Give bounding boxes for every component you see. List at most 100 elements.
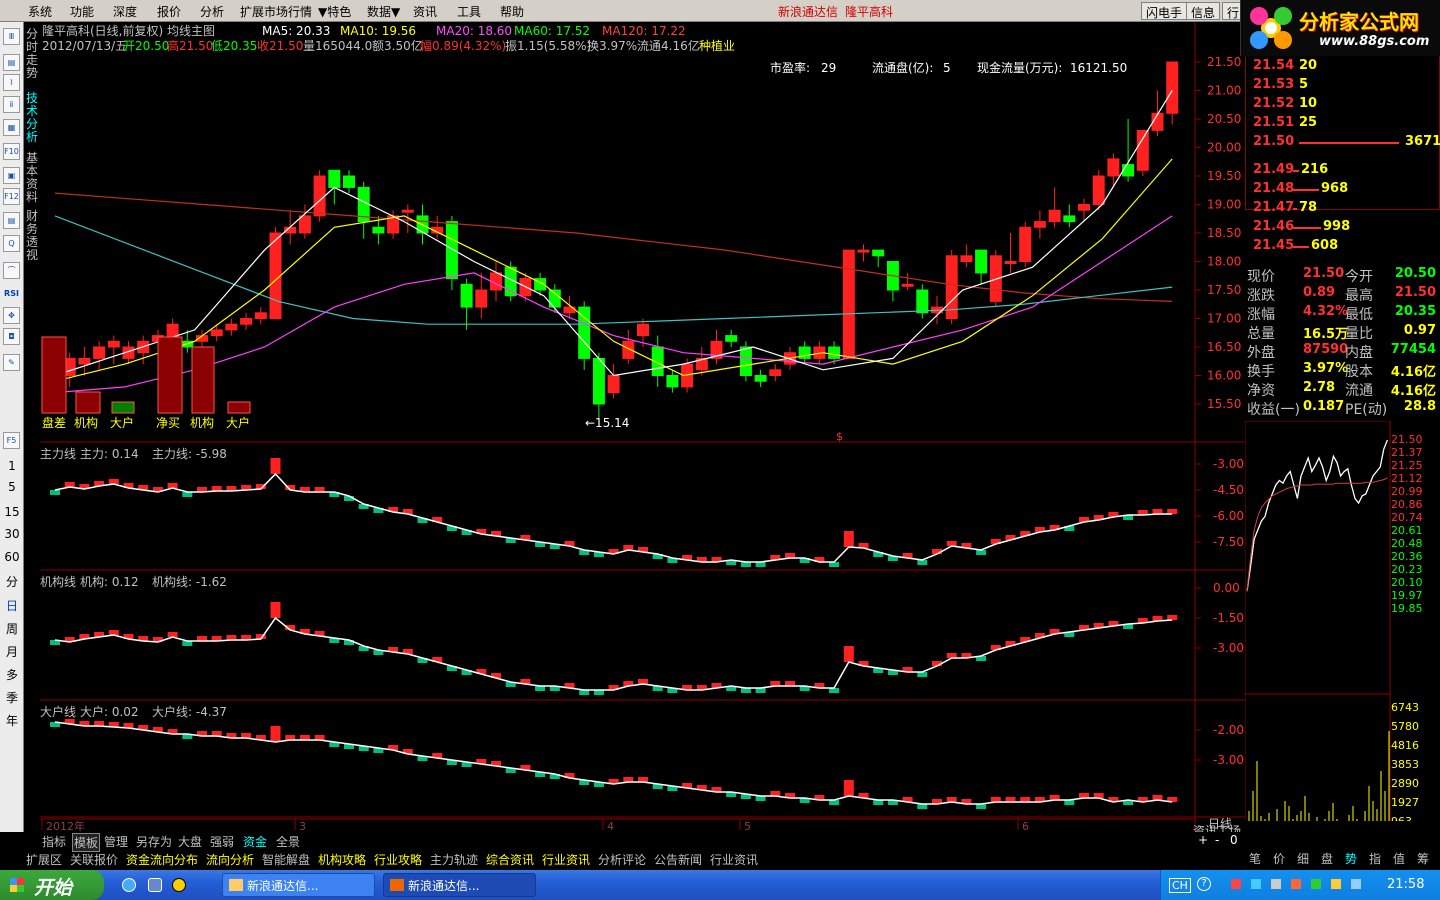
menu-system[interactable]: 系统 [28, 3, 52, 20]
bottom-link-7[interactable]: 主力轨迹 [430, 851, 478, 868]
candle-body[interactable] [975, 249, 988, 274]
input-method-icon[interactable]: CH [1169, 878, 1191, 893]
help-icon[interactable]: ? [1197, 877, 1211, 891]
tray-icon-2[interactable] [1251, 879, 1261, 889]
bottom-tab-4[interactable]: 大盘 [178, 833, 202, 850]
period-6[interactable]: 日 [4, 597, 20, 614]
candle-body[interactable] [872, 249, 885, 257]
bottom-link-8[interactable]: 综合资讯 [486, 851, 534, 868]
tray-icon-3[interactable] [1271, 879, 1281, 889]
period-9[interactable]: 多 [4, 666, 20, 683]
bottom-tab-3[interactable]: 另存为 [136, 833, 172, 850]
rp-tab-3[interactable]: 盘 [1321, 850, 1343, 867]
menu-tools[interactable]: 工具 [457, 3, 481, 20]
ie-icon[interactable] [122, 878, 136, 892]
candle-body[interactable] [93, 346, 106, 359]
bottom-link-11[interactable]: 公告新闻 [654, 851, 702, 868]
candle-body[interactable] [592, 357, 605, 405]
list-icon[interactable]: ▤ [3, 54, 20, 71]
candle-body[interactable] [960, 255, 973, 263]
candle-body[interactable] [343, 175, 355, 188]
candle-body[interactable] [254, 312, 267, 319]
kline-chart[interactable]: 隆平高科(日线,前复权) 均线主图 MA5: 20.33 MA10: 19.56 MA… [40, 22, 1245, 832]
split-icon[interactable]: Ⅲ [3, 28, 20, 45]
tray-icon-7[interactable] [1351, 879, 1361, 889]
tray-icon-6[interactable] [1331, 879, 1341, 889]
candle-body[interactable] [460, 283, 473, 308]
candle-body[interactable] [901, 283, 914, 287]
candle-body[interactable] [298, 215, 311, 234]
period-4[interactable]: 60 [4, 550, 20, 564]
candle-body[interactable] [445, 221, 458, 280]
line-chart-icon[interactable]: ⌇ [3, 74, 20, 91]
menu-analysis[interactable]: 分析 [200, 3, 224, 20]
bottom-tab-5[interactable]: 强弱 [210, 833, 234, 850]
candle-body[interactable] [637, 323, 649, 337]
bottom-link-3[interactable]: 流向分析 [206, 851, 254, 868]
candle-body[interactable] [828, 346, 841, 359]
query-icon[interactable]: Q [3, 235, 20, 252]
bottom-tab-1[interactable]: 模板 [72, 833, 101, 852]
menu-depth[interactable]: 深度 [113, 3, 137, 20]
taskbar-window-2[interactable]: 新浪通达信... [383, 873, 536, 897]
candle-body[interactable] [78, 357, 91, 365]
bottom-link-4[interactable]: 智能解盘 [262, 851, 310, 868]
menu-function[interactable]: 功能 [70, 3, 94, 20]
candle-body[interactable] [1107, 158, 1120, 177]
candle-body[interactable] [240, 318, 253, 325]
candle-body[interactable] [313, 175, 326, 217]
intraday-chart[interactable]: 21.5021.3721.2521.1220.9920.8620.7420.61… [1245, 421, 1440, 821]
layout-icon[interactable]: ◘ [3, 328, 20, 345]
candle-body[interactable] [1122, 164, 1135, 177]
bottom-link-6[interactable]: 行业攻略 [374, 851, 422, 868]
bottom-link-10[interactable]: 分析评论 [598, 851, 646, 868]
candle-body[interactable] [401, 209, 414, 213]
menu-special[interactable]: ▼特色 [318, 3, 351, 20]
candle-body[interactable] [1019, 226, 1032, 263]
candle-body[interactable] [210, 329, 223, 337]
candle-body[interactable] [739, 346, 752, 376]
period-8[interactable]: 月 [4, 643, 20, 660]
start-button[interactable]: 开始 [0, 870, 104, 900]
candle-body[interactable] [754, 375, 767, 382]
candle-body[interactable] [916, 289, 929, 314]
bottom-link-2[interactable]: 资金流向分布 [126, 851, 198, 868]
zoom-reset[interactable]: 0 [1230, 833, 1238, 847]
tray-icon-1[interactable] [1231, 879, 1241, 889]
candle-icon[interactable]: ⅱ [3, 96, 20, 113]
desktop-icon[interactable] [148, 878, 162, 892]
period-3[interactable]: 30 [4, 527, 20, 541]
grid-icon[interactable]: ▤ [3, 212, 20, 229]
candle-body[interactable] [475, 289, 488, 308]
candle-body[interactable] [1063, 215, 1076, 223]
flash-trade-button[interactable]: 闪电手 [1141, 2, 1188, 20]
period-11[interactable]: 年 [4, 712, 20, 729]
candle-body[interactable] [328, 169, 341, 188]
bottom-link-0[interactable]: 扩展区 [26, 851, 62, 868]
tray-icon-4[interactable] [1291, 879, 1301, 889]
curve-icon[interactable]: ⌒ [3, 262, 20, 279]
qq-icon[interactable] [172, 878, 186, 892]
period-5[interactable]: 分 [4, 573, 20, 590]
f12-icon[interactable]: F12 [3, 188, 20, 205]
bottom-link-5[interactable]: 机构攻略 [318, 851, 366, 868]
candle-body[interactable] [1092, 175, 1105, 205]
table-icon[interactable]: ▦ [3, 119, 20, 136]
candle-body[interactable] [1048, 209, 1061, 223]
bottom-link-1[interactable]: 关联报价 [70, 851, 118, 868]
candle-body[interactable] [666, 375, 679, 388]
zoom-plus[interactable]: + [1198, 833, 1208, 847]
info-button[interactable]: 信息 [1186, 2, 1221, 20]
candle-body[interactable] [1078, 204, 1090, 211]
candle-body[interactable] [1166, 61, 1179, 114]
period-10[interactable]: 季 [4, 689, 20, 706]
rp-tab-2[interactable]: 细 [1297, 850, 1319, 867]
bottom-link-12[interactable]: 行业资讯 [710, 851, 758, 868]
candle-body[interactable] [842, 249, 855, 359]
candle-body[interactable] [725, 335, 738, 342]
tray-icon-5[interactable] [1311, 879, 1321, 889]
menu-help[interactable]: 帮助 [500, 3, 524, 20]
period-7[interactable]: 周 [4, 620, 20, 637]
bottom-tab-2[interactable]: 管理 [104, 833, 128, 850]
candle-body[interactable] [372, 226, 385, 234]
